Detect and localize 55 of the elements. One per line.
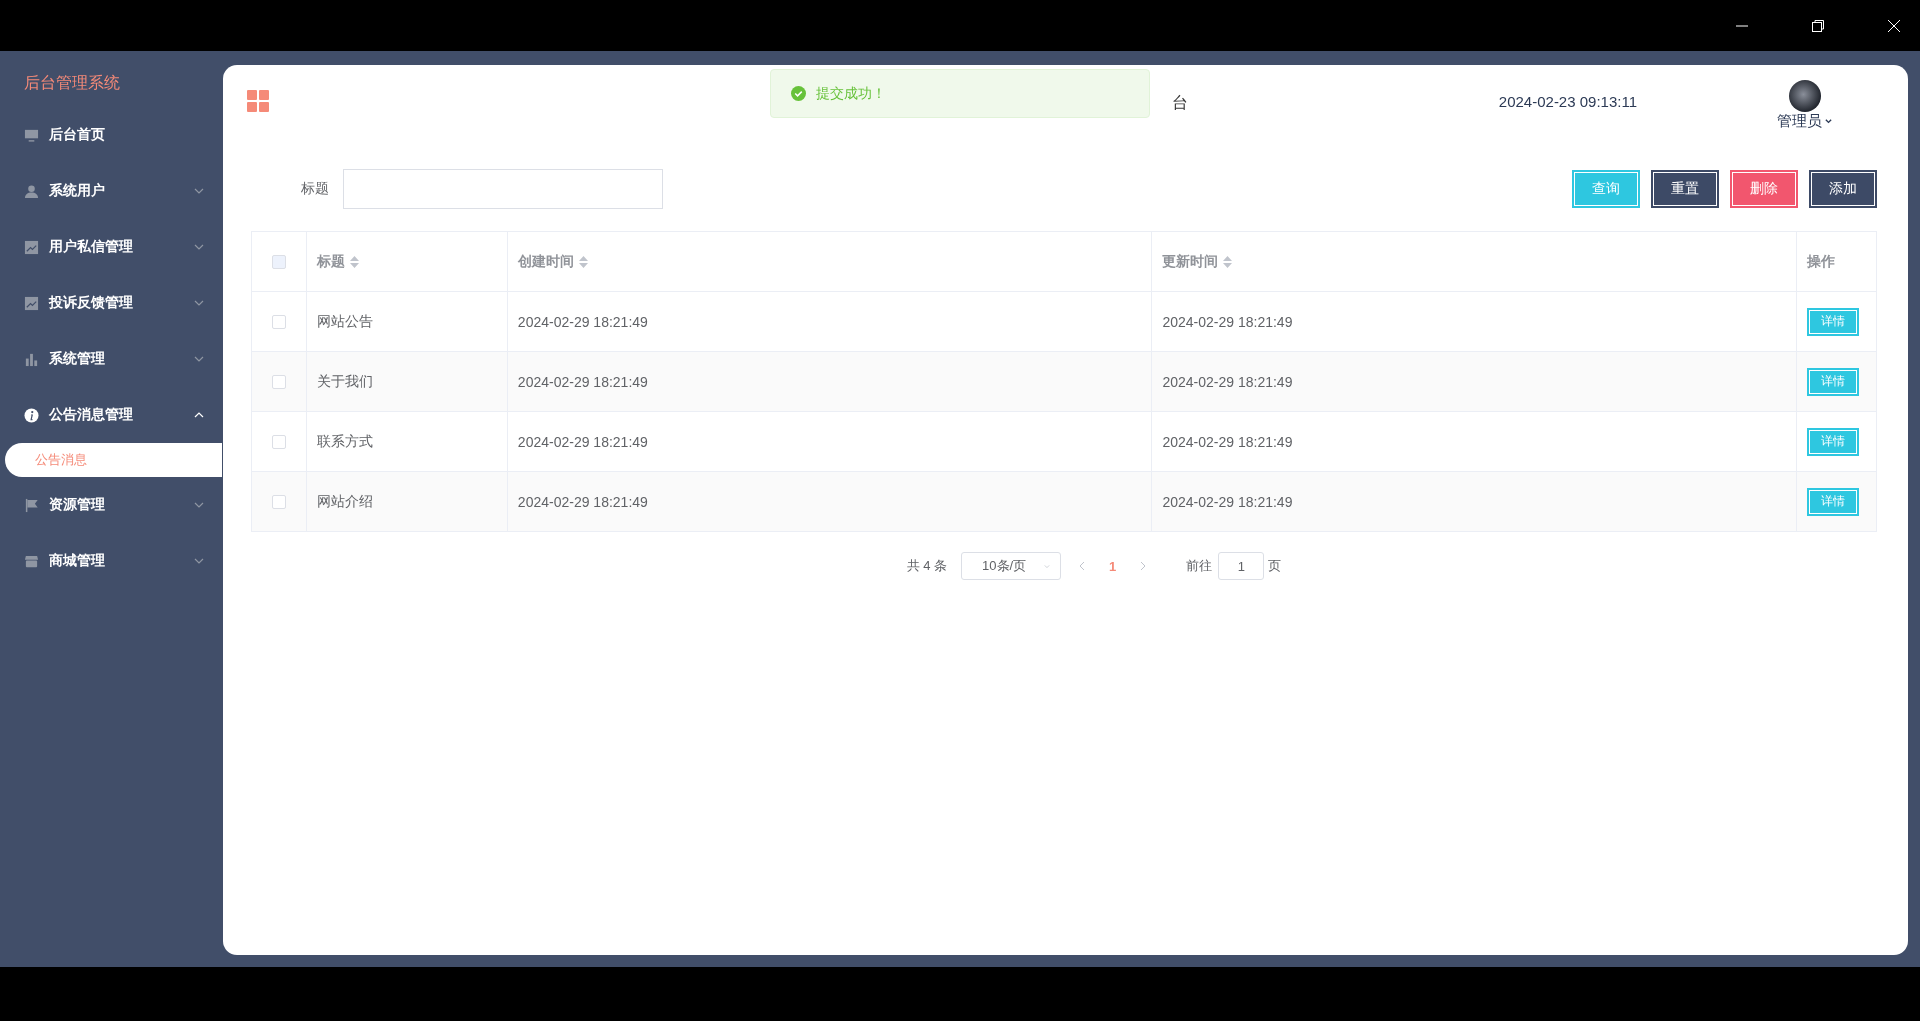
row-checkbox[interactable] xyxy=(272,374,286,389)
sidebar-item[interactable]: 公告消息管理 xyxy=(0,387,222,443)
title-input[interactable] xyxy=(343,169,663,209)
sidebar-item[interactable]: 商城管理 xyxy=(0,533,222,589)
sidebar-item[interactable]: 投诉反馈管理 xyxy=(0,275,222,331)
sidebar-item[interactable]: 用户私信管理 xyxy=(0,219,222,275)
table-cell: 2024-02-29 18:21:49 xyxy=(1162,433,1293,450)
trend-icon xyxy=(24,239,39,255)
table-cell: 关于我们 xyxy=(317,372,373,389)
caret-icon[interactable] xyxy=(1825,117,1832,125)
avatar[interactable] xyxy=(1788,79,1821,112)
goto-label: 前往 xyxy=(1186,557,1213,575)
row-checkbox[interactable] xyxy=(272,434,286,449)
table-cell: 2024-02-29 18:21:49 xyxy=(517,313,648,330)
column-header: 操作 xyxy=(1807,252,1835,271)
sidebar-item[interactable]: 后台首页 xyxy=(0,107,222,163)
table-cell: 2024-02-29 18:21:49 xyxy=(517,493,648,510)
store-icon xyxy=(24,553,39,569)
table-cell: 2024-02-29 18:21:49 xyxy=(517,373,648,390)
info-icon xyxy=(24,407,39,423)
goto-suffix: 页 xyxy=(1268,557,1282,575)
total-count: 共 4 条 xyxy=(906,557,948,575)
trend-icon xyxy=(24,295,39,311)
table-cell: 联系方式 xyxy=(317,432,373,449)
check-circle-icon xyxy=(791,86,806,101)
table-cell: 2024-02-29 18:21:49 xyxy=(517,433,648,450)
row-checkbox[interactable] xyxy=(272,314,286,329)
field-label: 标题 xyxy=(301,180,329,198)
add-button[interactable]: 添加 xyxy=(1809,170,1877,208)
user-icon xyxy=(24,183,39,199)
goto-page-input[interactable]: 1 xyxy=(1218,552,1265,580)
page-size-select[interactable]: 10条/页 xyxy=(961,552,1062,580)
row-checkbox[interactable] xyxy=(272,494,286,509)
table-cell: 网站公告 xyxy=(317,312,373,329)
sidebar-item[interactable]: 资源管理 xyxy=(0,477,222,533)
grid-icon[interactable] xyxy=(247,90,269,112)
reset-button[interactable]: 重置 xyxy=(1651,170,1719,208)
app-title: 后台管理系统 xyxy=(23,73,121,93)
sidebar-item[interactable]: 系统管理 xyxy=(0,331,222,387)
sort-icon[interactable] xyxy=(350,255,359,268)
flag-icon xyxy=(24,497,39,513)
sort-icon[interactable] xyxy=(1223,255,1233,268)
select-all-checkbox[interactable] xyxy=(272,254,286,269)
page-title: 台 xyxy=(1172,92,1188,113)
bars-icon xyxy=(24,351,39,367)
table-cell: 2024-02-29 18:21:49 xyxy=(1162,493,1293,510)
user-menu[interactable]: 管理员 xyxy=(1777,111,1832,131)
table-cell: 2024-02-29 18:21:49 xyxy=(1162,373,1293,390)
toast-message: 提交成功！ xyxy=(816,84,886,103)
sort-icon[interactable] xyxy=(578,255,588,268)
sidebar-item[interactable]: 系统用户 xyxy=(0,163,222,219)
datetime: 2024-02-23 09:13:11 xyxy=(1498,92,1637,110)
monitor-icon xyxy=(24,127,39,143)
table-cell: 2024-02-29 18:21:49 xyxy=(1162,313,1293,330)
table-cell: 网站介绍 xyxy=(317,492,373,509)
